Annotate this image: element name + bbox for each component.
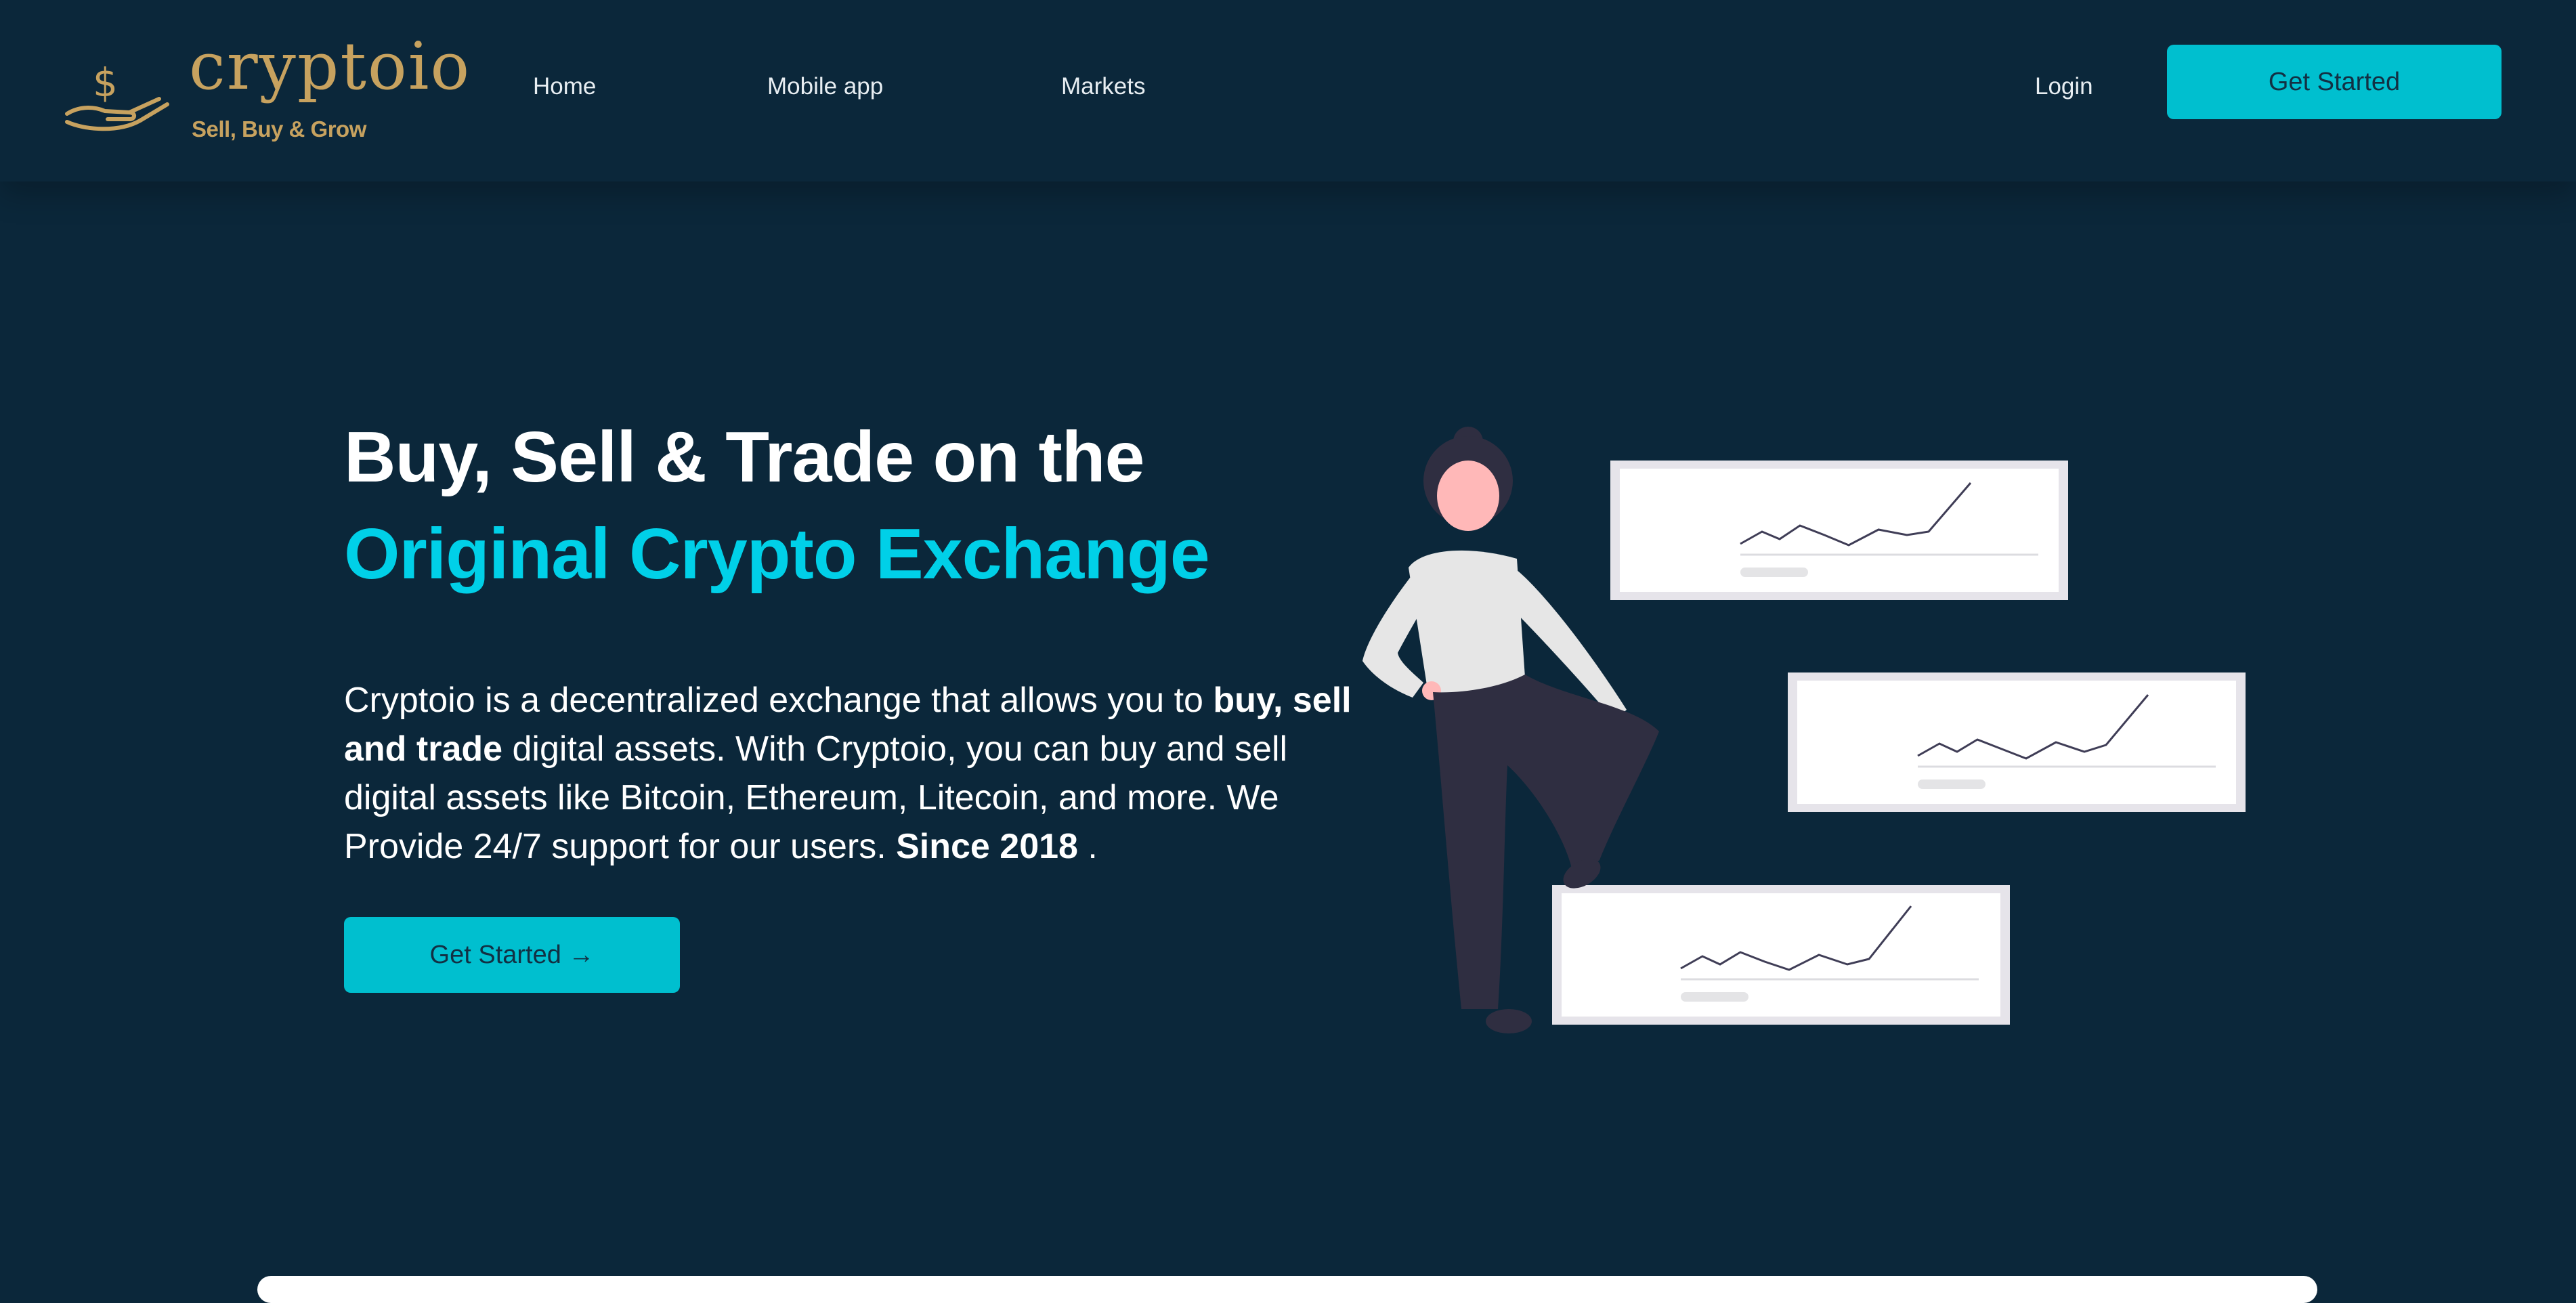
chart-card <box>1552 885 2010 1025</box>
chart-card <box>1610 461 2068 600</box>
brand-logo[interactable]: $ cryptoio Sell, Buy & Grow <box>64 34 469 156</box>
hero-title-line2: Original Crypto Exchange <box>344 514 1210 594</box>
hero-title-line1: Buy, Sell & Trade on the <box>344 417 1144 497</box>
nav-markets-link[interactable]: Markets <box>1061 73 1145 100</box>
nav-get-started-button[interactable]: Get Started <box>2167 45 2502 119</box>
hand-dollar-icon: $ <box>65 60 169 131</box>
hero-illustration <box>1362 427 2246 1033</box>
hero-description-since: Since 2018 <box>896 827 1078 866</box>
hero-description-text: . <box>1077 827 1098 866</box>
hero-get-started-button[interactable]: Get Started → <box>344 917 680 993</box>
nav-home-link[interactable]: Home <box>533 73 596 100</box>
chart-card <box>1788 672 2246 812</box>
svg-text:$: $ <box>93 60 118 106</box>
login-link[interactable]: Login <box>2035 73 2093 100</box>
logo-wordmark: cryptoio <box>189 28 471 104</box>
top-navbar: $ cryptoio Sell, Buy & Grow Home Mobile … <box>0 0 2576 181</box>
nav-mobile-app-link[interactable]: Mobile app <box>767 73 883 100</box>
bottom-section-card <box>257 1276 2317 1303</box>
hero-description: Cryptoio is a decentralized exchange tha… <box>344 676 1360 871</box>
hero-description-text: Cryptoio is a decentralized exchange tha… <box>344 681 1214 720</box>
logo-tagline: Sell, Buy & Grow <box>192 116 366 142</box>
